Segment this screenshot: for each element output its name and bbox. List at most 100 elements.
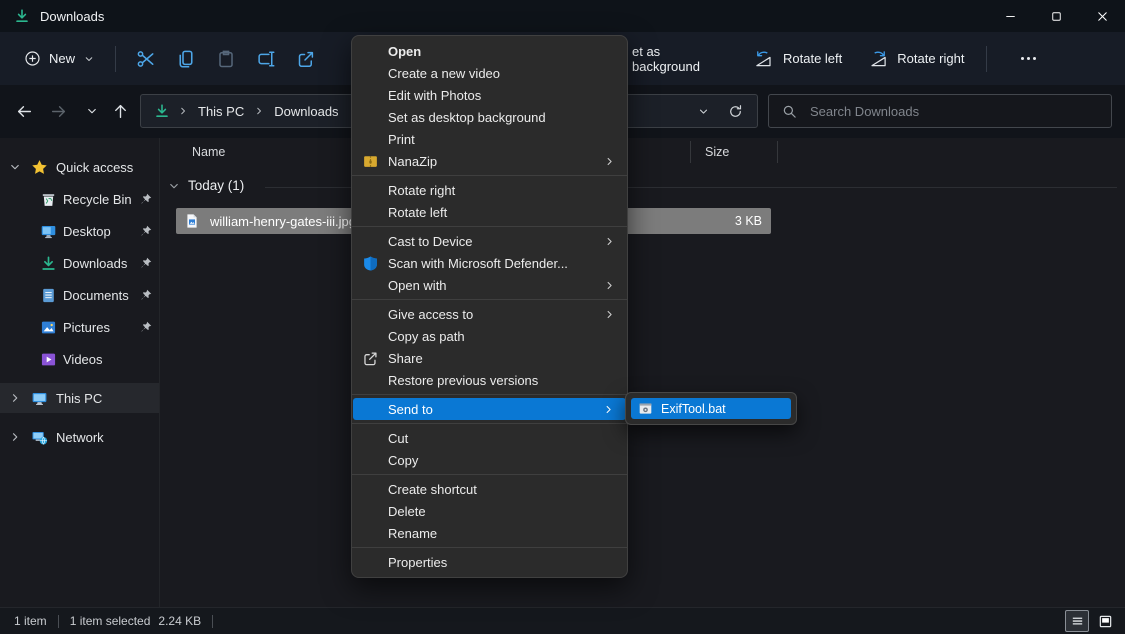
defender-shield-icon xyxy=(362,255,379,272)
sidebar-item-pictures[interactable]: Pictures xyxy=(0,312,159,342)
forward-button[interactable] xyxy=(42,95,74,127)
sidebar-item-recycle-bin[interactable]: Recycle Bin xyxy=(0,184,159,214)
rename-button[interactable] xyxy=(246,40,286,78)
chevron-right-icon xyxy=(8,391,22,405)
menu-item-label: Scan with Microsoft Defender... xyxy=(388,256,568,271)
sidebar-item-label: Documents xyxy=(63,288,129,303)
desktop-icon xyxy=(40,223,57,240)
thumbnail-view-button[interactable] xyxy=(1093,610,1117,632)
menu-item-rotate-right[interactable]: Rotate right xyxy=(352,179,627,201)
new-button[interactable]: New xyxy=(14,42,105,75)
menu-item-properties[interactable]: Properties xyxy=(352,551,627,573)
menu-separator xyxy=(352,299,627,300)
menu-separator xyxy=(352,474,627,475)
toolbar-right-group: et as background Rotate left Rotate righ… xyxy=(632,32,1044,85)
share-button[interactable] xyxy=(286,40,326,78)
set-as-background-button[interactable]: et as background xyxy=(632,44,722,74)
cut-button[interactable] xyxy=(126,40,166,78)
copy-icon xyxy=(176,49,196,69)
column-headers: Name Size xyxy=(161,138,1125,166)
submenu-arrow-icon xyxy=(603,235,616,248)
submenu-arrow-icon xyxy=(603,308,616,321)
sidebar-item-documents[interactable]: Documents xyxy=(0,280,159,310)
breadcrumb-segment[interactable]: Downloads xyxy=(272,100,340,123)
chevron-down-icon xyxy=(8,160,22,174)
nanazip-icon xyxy=(362,153,379,170)
column-header-size[interactable]: Size xyxy=(705,145,729,159)
column-divider[interactable] xyxy=(690,141,691,163)
sidebar-item-network[interactable]: Network xyxy=(0,422,159,452)
menu-item-delete[interactable]: Delete xyxy=(352,500,627,522)
rotate-left-button[interactable]: Rotate left xyxy=(748,41,848,77)
minimize-icon xyxy=(1003,9,1018,24)
sidebar-item-desktop[interactable]: Desktop xyxy=(0,216,159,246)
menu-item-scan-with-microsoft-defender[interactable]: Scan with Microsoft Defender... xyxy=(352,252,627,274)
menu-item-label: Edit with Photos xyxy=(388,88,481,103)
menu-item-cut[interactable]: Cut xyxy=(352,427,627,449)
column-divider[interactable] xyxy=(777,141,778,163)
rotate-right-button[interactable]: Rotate right xyxy=(862,41,970,77)
menu-item-print[interactable]: Print xyxy=(352,128,627,150)
details-view-button[interactable] xyxy=(1065,610,1089,632)
menu-item-label: Rotate right xyxy=(388,183,455,198)
sidebar-item-label: Pictures xyxy=(63,320,110,335)
up-button[interactable] xyxy=(104,95,136,127)
menu-item-label: Create a new video xyxy=(388,66,500,81)
menu-item-label: Copy as path xyxy=(388,329,465,344)
sidebar-item-videos[interactable]: Videos xyxy=(0,344,159,374)
more-options-button[interactable] xyxy=(1013,47,1044,70)
menu-item-create-a-new-video[interactable]: Create a new video xyxy=(352,62,627,84)
search-box[interactable] xyxy=(768,94,1112,128)
sidebar-item-quick-access[interactable]: Quick access xyxy=(0,152,159,182)
group-header[interactable]: Today (1) xyxy=(161,175,1125,199)
menu-item-create-shortcut[interactable]: Create shortcut xyxy=(352,478,627,500)
copy-button[interactable] xyxy=(166,40,206,78)
submenu-arrow-icon xyxy=(603,279,616,292)
maximize-button[interactable] xyxy=(1033,0,1079,32)
menu-item-copy-as-path[interactable]: Copy as path xyxy=(352,325,627,347)
sidebar-item-this-pc[interactable]: This PC xyxy=(0,383,159,413)
share-icon xyxy=(296,49,316,69)
chevron-down-icon xyxy=(85,104,99,118)
column-header-name[interactable]: Name xyxy=(192,145,225,159)
paste-button[interactable] xyxy=(206,40,246,78)
minimize-button[interactable] xyxy=(987,0,1033,32)
menu-separator xyxy=(352,394,627,395)
navigation-pane: Quick accessRecycle BinDesktopDownloads D… xyxy=(0,138,160,608)
chevron-right-icon xyxy=(177,105,189,117)
downloads-icon xyxy=(40,255,57,272)
menu-item-open[interactable]: Open xyxy=(352,40,627,62)
chevron-down-icon[interactable] xyxy=(167,179,181,193)
menu-item-share[interactable]: Share xyxy=(352,347,627,369)
refresh-icon[interactable] xyxy=(728,104,743,119)
recycle-bin-icon xyxy=(40,191,57,208)
menu-item-restore-previous-versions[interactable]: Restore previous versions xyxy=(352,369,627,391)
menu-item-set-as-desktop-background[interactable]: Set as desktop background xyxy=(352,106,627,128)
menu-item-open-with[interactable]: Open with xyxy=(352,274,627,296)
search-input[interactable] xyxy=(808,103,1111,120)
close-icon xyxy=(1095,9,1110,24)
address-dropdown-icon[interactable] xyxy=(697,105,710,118)
menu-item-label: Properties xyxy=(388,555,447,570)
menu-item-nanazip[interactable]: NanaZip xyxy=(352,150,627,172)
plus-circle-icon xyxy=(24,50,41,67)
menu-item-edit-with-photos[interactable]: Edit with Photos xyxy=(352,84,627,106)
menu-item-rotate-left[interactable]: Rotate left xyxy=(352,201,627,223)
submenu-item-exiftool-bat[interactable]: ExifTool.bat xyxy=(631,398,791,419)
menu-item-cast-to-device[interactable]: Cast to Device xyxy=(352,230,627,252)
breadcrumb-segment[interactable]: This PC xyxy=(196,100,246,123)
share-outline-icon xyxy=(362,350,379,367)
back-button[interactable] xyxy=(8,95,40,127)
menu-item-rename[interactable]: Rename xyxy=(352,522,627,544)
sidebar-item-downloads[interactable]: Downloads xyxy=(0,248,159,278)
close-button[interactable] xyxy=(1079,0,1125,32)
toolbar-divider xyxy=(115,46,116,72)
file-size: 3 KB xyxy=(735,214,762,228)
rotate-left-label: Rotate left xyxy=(783,51,842,66)
chevron-right-icon xyxy=(8,430,22,444)
search-icon xyxy=(782,104,797,119)
menu-item-send-to[interactable]: Send to xyxy=(353,398,626,420)
submenu-item-label: ExifTool.bat xyxy=(661,402,726,416)
menu-item-copy[interactable]: Copy xyxy=(352,449,627,471)
menu-item-give-access-to[interactable]: Give access to xyxy=(352,303,627,325)
